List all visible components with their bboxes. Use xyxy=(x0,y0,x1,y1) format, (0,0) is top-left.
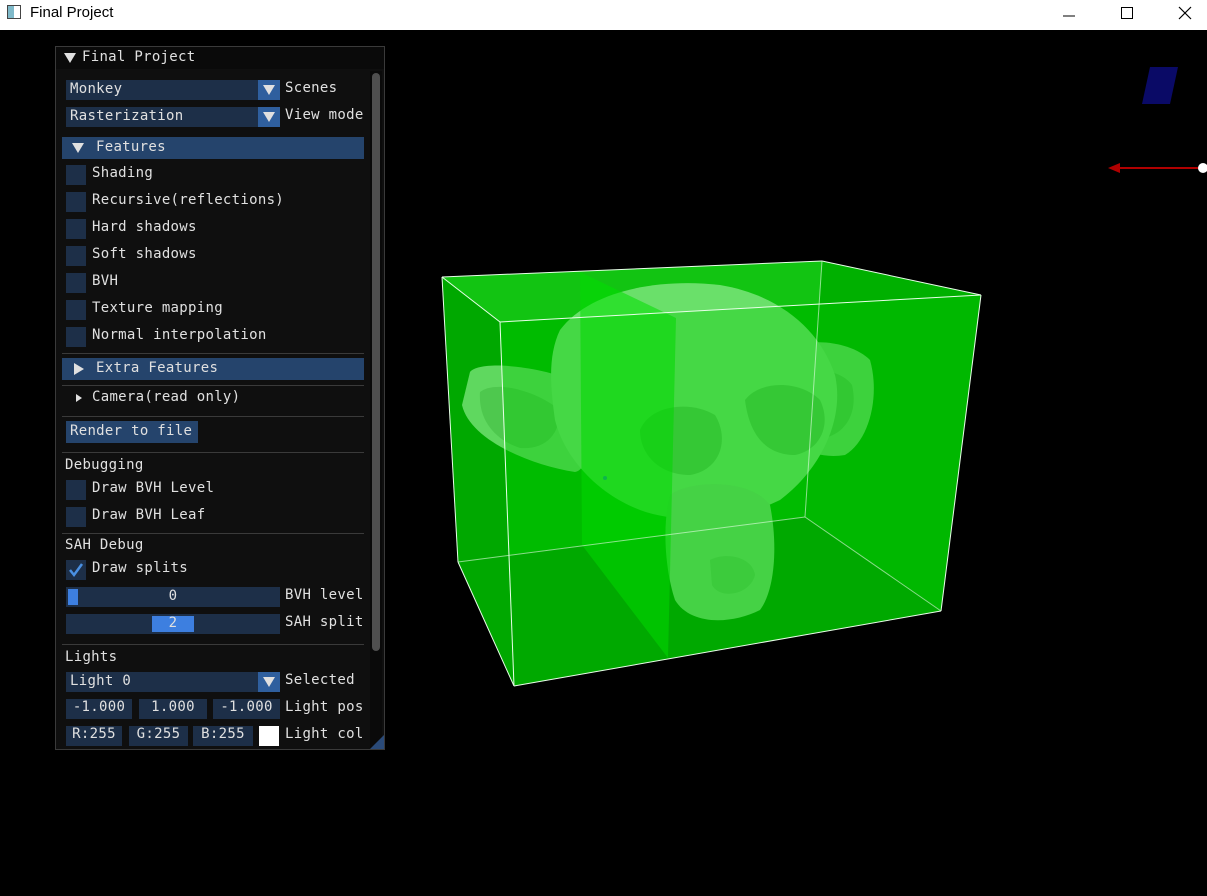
minimize-icon xyxy=(1063,15,1075,17)
light-select-value: Light 0 xyxy=(70,673,132,689)
light-color-r-value: R:255 xyxy=(72,726,116,742)
axis-gizmo xyxy=(1108,163,1207,173)
features-header-label: Features xyxy=(96,139,166,155)
checkbox-label: Normal interpolation xyxy=(92,327,267,343)
light-pos-y-value: 1.000 xyxy=(151,699,195,715)
light-color-g-value: G:255 xyxy=(136,726,181,742)
render-button-label: Render to file xyxy=(70,423,193,439)
lights-title: Lights xyxy=(65,649,118,665)
light-marker xyxy=(1142,67,1178,104)
chevron-down-icon[interactable] xyxy=(258,107,280,127)
light-color-g-field[interactable]: G:255 xyxy=(129,726,188,746)
checkbox-normal-interpolation[interactable] xyxy=(66,327,86,347)
light-pos-label: Light pos xyxy=(285,699,364,715)
checkmark-icon xyxy=(69,563,84,578)
slider-value: 2 xyxy=(168,615,178,631)
sah-debug-title: SAH Debug xyxy=(65,537,144,553)
separator xyxy=(62,353,364,354)
separator xyxy=(62,385,364,386)
window-title-bar: Final Project xyxy=(0,0,1207,30)
light-select-combo[interactable]: Light 0 xyxy=(66,672,280,692)
sah-split-slider[interactable]: 2 xyxy=(66,614,280,634)
debugging-title: Debugging xyxy=(65,457,144,473)
bvh-box-front xyxy=(441,260,982,687)
checkbox-soft-shadows[interactable] xyxy=(66,246,86,266)
checkbox-label: Shading xyxy=(92,165,154,181)
app-icon xyxy=(7,5,21,19)
imgui-panel: Final Project Monkey Scenes Rasterizatio… xyxy=(55,46,385,750)
bvh-level-slider[interactable]: 0 xyxy=(66,587,280,607)
light-color-r-field[interactable]: R:255 xyxy=(66,726,122,746)
view-mode-combo[interactable]: Rasterization xyxy=(66,107,280,127)
slider-value: 0 xyxy=(168,588,178,604)
checkbox-draw-bvh-leaf[interactable] xyxy=(66,507,86,527)
light-col-label: Light col xyxy=(285,726,364,742)
checkbox-label: Draw splits xyxy=(92,560,189,576)
scene-combo-value: Monkey xyxy=(70,81,123,97)
view-mode-value: Rasterization xyxy=(70,108,184,124)
checkbox-texture-mapping[interactable] xyxy=(66,300,86,320)
checkbox-recursive[interactable] xyxy=(66,192,86,212)
light-pos-z-value: -1.000 xyxy=(220,699,273,715)
chevron-down-icon[interactable] xyxy=(258,80,280,100)
scene-combo[interactable]: Monkey xyxy=(66,80,280,100)
tree-arrow-icon[interactable] xyxy=(76,394,82,402)
maximize-icon xyxy=(1121,7,1133,19)
checkbox-hard-shadows[interactable] xyxy=(66,219,86,239)
checkbox-label: BVH xyxy=(92,273,119,289)
light-color-swatch[interactable] xyxy=(259,726,279,746)
checkbox-label: Recursive(reflections) xyxy=(92,192,285,208)
expand-arrow-icon xyxy=(72,143,84,153)
resize-grip[interactable] xyxy=(370,735,384,749)
checkbox-draw-bvh-level[interactable] xyxy=(66,480,86,500)
checkbox-label: Draw BVH Leaf xyxy=(92,507,206,523)
camera-tree-node[interactable]: Camera(read only) xyxy=(92,389,240,405)
light-pos-y-field[interactable]: 1.000 xyxy=(139,699,207,719)
checkbox-label: Hard shadows xyxy=(92,219,197,235)
checkbox-shading[interactable] xyxy=(66,165,86,185)
separator xyxy=(62,416,364,417)
light-pos-x-field[interactable]: -1.000 xyxy=(66,699,132,719)
separator xyxy=(62,452,364,453)
light-pos-x-value: -1.000 xyxy=(72,699,126,715)
light-select-label: Selected xyxy=(285,672,355,688)
light-color-b-value: B:255 xyxy=(201,726,245,742)
maximize-button[interactable] xyxy=(1104,0,1150,28)
light-color-b-field[interactable]: B:255 xyxy=(193,726,253,746)
window-title: Final Project xyxy=(30,4,114,21)
panel-title-bar[interactable]: Final Project xyxy=(56,47,384,69)
scene-combo-label: Scenes xyxy=(285,80,338,96)
close-icon xyxy=(1178,6,1192,20)
checkbox-bvh[interactable] xyxy=(66,273,86,293)
sah-split-label: SAH split xyxy=(285,614,364,630)
separator xyxy=(62,533,364,534)
checkbox-label: Draw BVH Level xyxy=(92,480,215,496)
view-mode-label: View mode xyxy=(285,107,364,123)
checkbox-label: Soft shadows xyxy=(92,246,197,262)
checkbox-label: Texture mapping xyxy=(92,300,223,316)
panel-title: Final Project xyxy=(82,49,196,65)
features-header[interactable]: Features xyxy=(62,137,364,159)
extra-features-header[interactable]: Extra Features xyxy=(62,358,364,380)
close-button[interactable] xyxy=(1162,0,1207,28)
chevron-down-icon[interactable] xyxy=(258,672,280,692)
bvh-level-label: BVH level xyxy=(285,587,364,603)
minimize-button[interactable] xyxy=(1046,0,1092,28)
render-to-file-button[interactable]: Render to file xyxy=(66,421,198,443)
light-pos-z-field[interactable]: -1.000 xyxy=(213,699,280,719)
checkbox-draw-splits[interactable] xyxy=(66,560,86,580)
scrollbar-thumb[interactable] xyxy=(372,73,380,651)
separator xyxy=(62,644,364,645)
extra-features-label: Extra Features xyxy=(96,360,219,376)
expand-arrow-icon xyxy=(74,363,84,375)
panel-scrollbar[interactable] xyxy=(370,71,382,749)
collapse-arrow-icon[interactable] xyxy=(64,53,76,63)
